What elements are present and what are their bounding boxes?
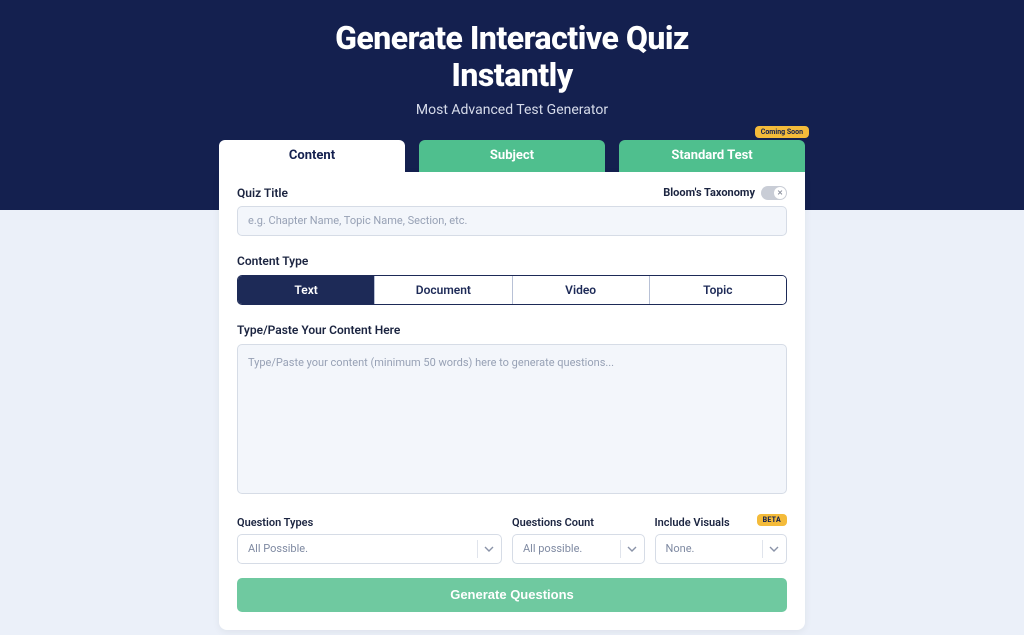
content-type-label: Content Type <box>237 254 308 268</box>
seg-text-label: Text <box>294 283 317 297</box>
tab-standard-test[interactable]: Standard Test Coming Soon <box>619 140 805 172</box>
questions-count-value: All possible. <box>523 542 582 555</box>
tab-subject[interactable]: Subject <box>419 140 605 172</box>
title-row: Quiz Title Bloom's Taxonomy ✕ <box>237 186 787 200</box>
content-type-video[interactable]: Video <box>513 276 650 304</box>
content-type-text[interactable]: Text <box>238 276 375 304</box>
question-types-label: Question Types <box>237 516 502 529</box>
include-visuals-select-wrap: None. <box>655 534 788 564</box>
seg-topic-label: Topic <box>703 283 732 297</box>
bloom-toggle[interactable]: ✕ <box>761 186 787 200</box>
paste-label: Type/Paste Your Content Here <box>237 323 400 337</box>
hero: Generate Interactive Quiz Instantly Most… <box>0 0 1024 118</box>
select-divider <box>762 540 763 558</box>
questions-count-select[interactable]: All possible. <box>512 534 645 564</box>
title-line-1: Generate Interactive Quiz <box>335 19 689 57</box>
seg-document-label: Document <box>416 283 471 297</box>
tab-content-label: Content <box>289 148 335 163</box>
quiz-title-input[interactable] <box>237 206 787 236</box>
paste-section: Type/Paste Your Content Here <box>237 319 787 498</box>
coming-soon-badge: Coming Soon <box>755 126 809 138</box>
page-title: Generate Interactive Quiz Instantly <box>0 20 1024 94</box>
question-types-col: Question Types All Possible. <box>237 516 502 564</box>
tab-content[interactable]: Content <box>219 140 405 172</box>
main-tabs: Content Subject Standard Test Coming Soo… <box>219 140 805 172</box>
select-divider <box>620 540 621 558</box>
page-subtitle: Most Advanced Test Generator <box>0 102 1024 118</box>
content-textarea[interactable] <box>237 344 787 494</box>
options-row: Question Types All Possible. Questions C… <box>237 516 787 564</box>
questions-count-label: Questions Count <box>512 516 645 529</box>
include-visuals-value: None. <box>666 542 695 555</box>
question-types-select-wrap: All Possible. <box>237 534 502 564</box>
question-types-select[interactable]: All Possible. <box>237 534 502 564</box>
seg-video-label: Video <box>565 283 596 297</box>
form-panel: Quiz Title Bloom's Taxonomy ✕ Content Ty… <box>219 172 805 630</box>
tab-subject-label: Subject <box>490 148 534 163</box>
select-divider <box>477 540 478 558</box>
quiz-title-label: Quiz Title <box>237 186 288 200</box>
toggle-knob: ✕ <box>774 187 786 199</box>
questions-count-col: Questions Count All possible. <box>512 516 645 564</box>
tab-standard-test-label: Standard Test <box>671 148 752 163</box>
bloom-toggle-group: Bloom's Taxonomy ✕ <box>663 186 787 200</box>
bloom-taxonomy-label: Bloom's Taxonomy <box>663 186 755 199</box>
content-type-topic[interactable]: Topic <box>650 276 786 304</box>
include-visuals-select[interactable]: None. <box>655 534 788 564</box>
generate-button-label: Generate Questions <box>450 587 574 602</box>
content-type-section: Content Type Text Document Video Topic <box>237 250 787 305</box>
include-visuals-col: BETA Include Visuals None. <box>655 516 788 564</box>
title-line-2: Instantly <box>451 56 572 94</box>
content-type-document[interactable]: Document <box>375 276 512 304</box>
questions-count-select-wrap: All possible. <box>512 534 645 564</box>
beta-badge: BETA <box>757 514 787 526</box>
generator-panel: Content Subject Standard Test Coming Soo… <box>219 140 805 630</box>
question-types-value: All Possible. <box>248 542 308 555</box>
content-type-segmented: Text Document Video Topic <box>237 275 787 305</box>
generate-questions-button[interactable]: Generate Questions <box>237 578 787 612</box>
